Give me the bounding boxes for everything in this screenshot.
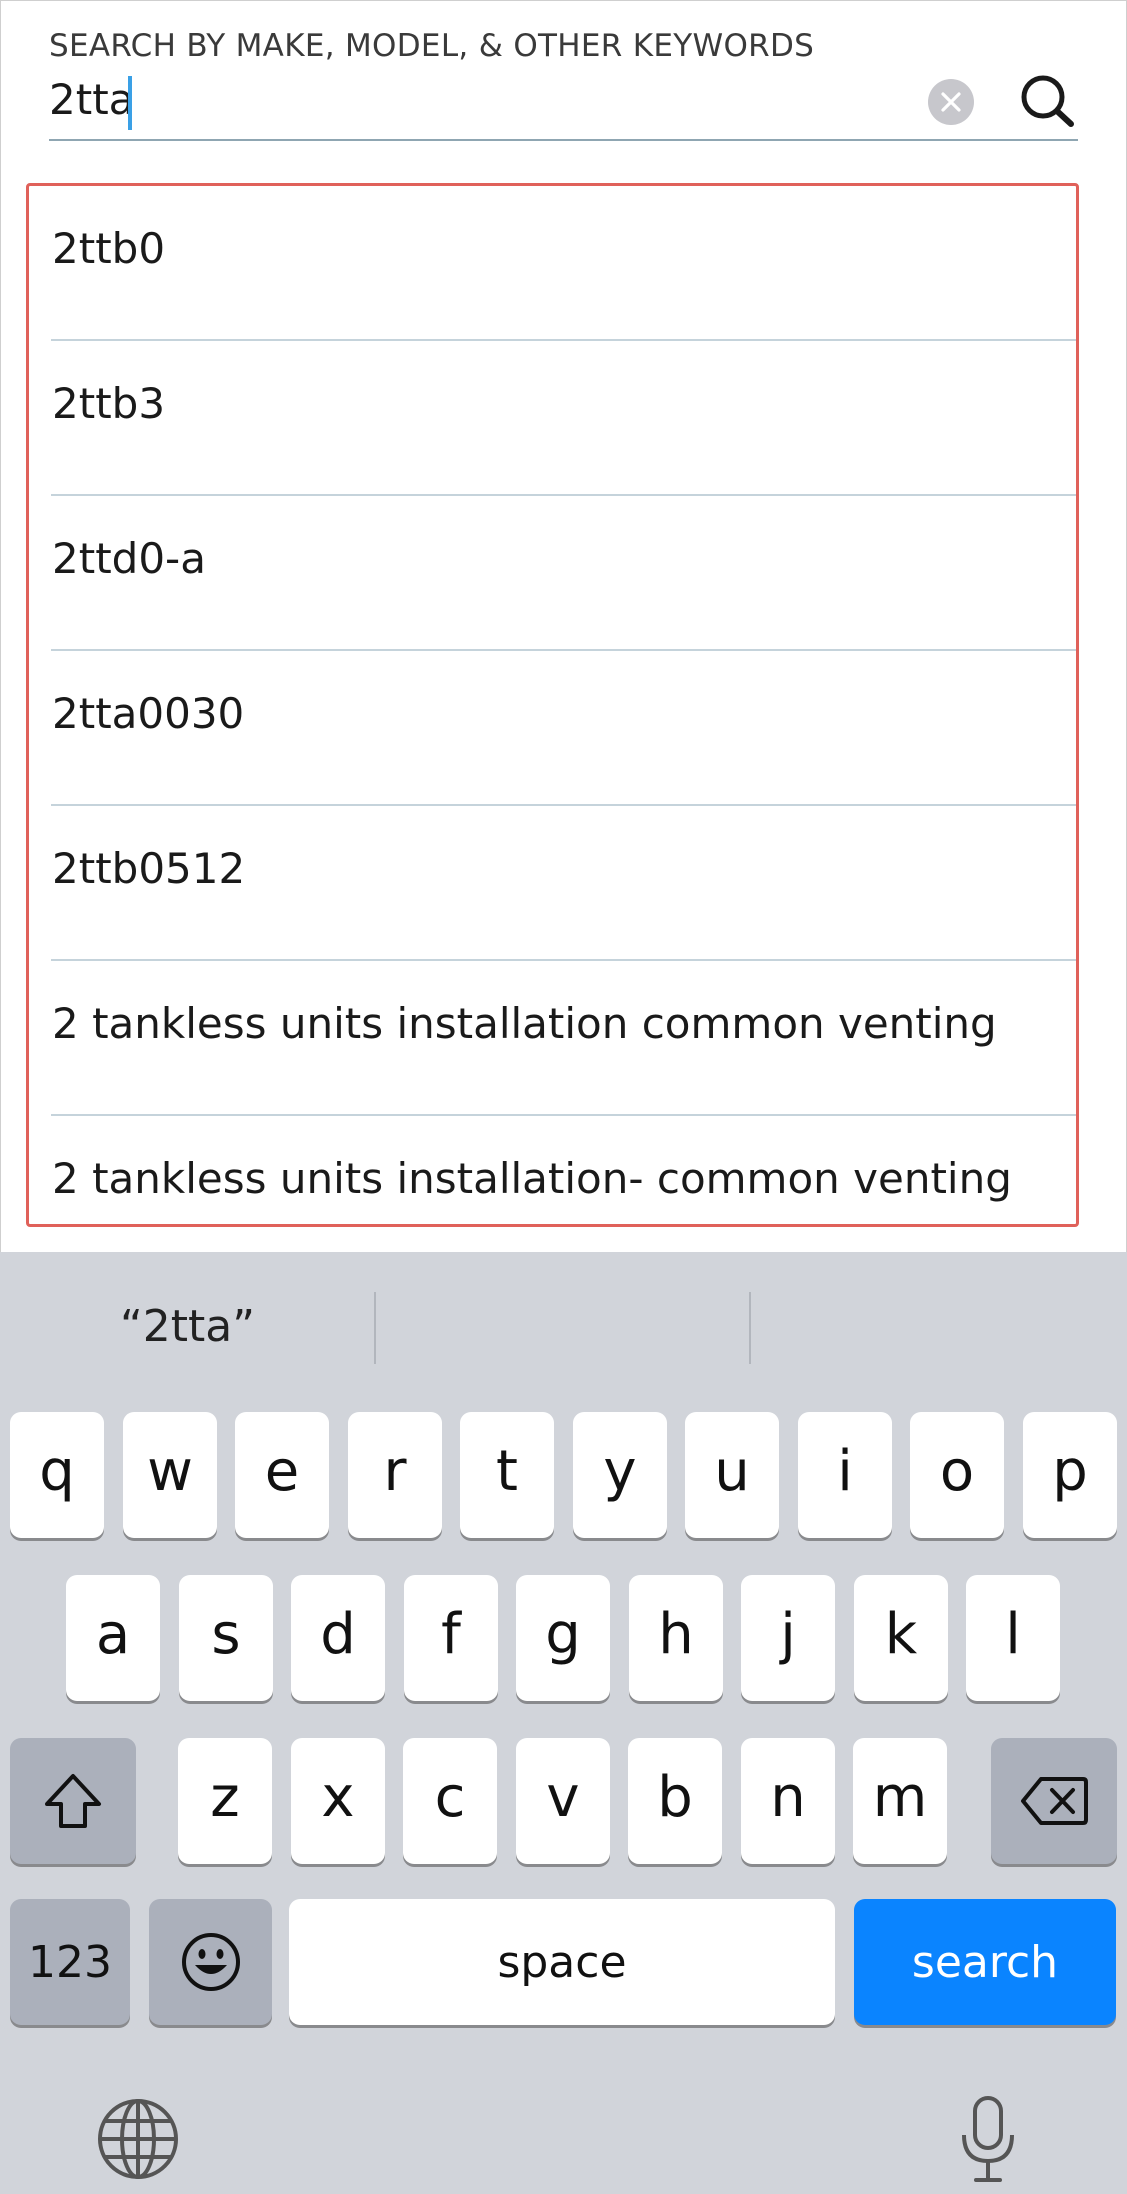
- key-label: z: [210, 1764, 240, 1830]
- suggestion-text: 2tta0030: [52, 689, 245, 738]
- suggestion-item[interactable]: 2ttb0512: [29, 806, 1076, 961]
- emoji-key[interactable]: [149, 1899, 272, 2025]
- key-e[interactable]: e: [235, 1412, 329, 1538]
- globe-icon: [98, 2099, 178, 2179]
- backspace-key[interactable]: [991, 1738, 1117, 1864]
- key-g[interactable]: g: [516, 1575, 610, 1701]
- key-j[interactable]: j: [741, 1575, 835, 1701]
- prediction-bar: “2tta”: [0, 1252, 1127, 1402]
- key-d[interactable]: d: [291, 1575, 385, 1701]
- numbers-key[interactable]: 123: [10, 1899, 130, 2025]
- backspace-icon: [1021, 1777, 1088, 1825]
- key-s[interactable]: s: [179, 1575, 273, 1701]
- suggestion-item[interactable]: 2ttb3: [29, 341, 1076, 496]
- key-label: j: [780, 1601, 796, 1667]
- key-label: u: [714, 1438, 750, 1504]
- key-y[interactable]: y: [573, 1412, 667, 1538]
- key-b[interactable]: b: [628, 1738, 722, 1864]
- key-n[interactable]: n: [741, 1738, 835, 1864]
- suggestion-text: 2ttd0-a: [52, 534, 206, 583]
- suggestion-text: 2ttb0512: [52, 844, 246, 893]
- suggestion-text: 2 tankless units installation- common ve…: [52, 1154, 1012, 1203]
- key-p[interactable]: p: [1023, 1412, 1117, 1538]
- search-key[interactable]: search: [854, 1899, 1116, 2025]
- shift-icon: [45, 1774, 101, 1828]
- key-l[interactable]: l: [966, 1575, 1060, 1701]
- suggestion-item[interactable]: 2 tankless units installation- common ve…: [29, 1116, 1076, 1224]
- suggestion-text: 2ttb3: [52, 379, 166, 428]
- search-icon: [1021, 75, 1074, 127]
- key-f[interactable]: f: [404, 1575, 498, 1701]
- suggestion-item[interactable]: 2tta0030: [29, 651, 1076, 806]
- shift-key[interactable]: [10, 1738, 136, 1864]
- key-label: o: [939, 1438, 975, 1504]
- emoji-icon: [181, 1933, 240, 1991]
- key-label: g: [545, 1601, 581, 1667]
- clear-button[interactable]: [928, 79, 974, 125]
- key-c[interactable]: c: [403, 1738, 497, 1864]
- key-label: x: [321, 1764, 355, 1830]
- key-label: p: [1052, 1438, 1088, 1504]
- key-o[interactable]: o: [910, 1412, 1004, 1538]
- prediction-2[interactable]: [376, 1292, 749, 1362]
- key-label: w: [147, 1438, 193, 1504]
- key-label: d: [320, 1601, 356, 1667]
- suggestion-text: 2ttb0: [52, 224, 166, 273]
- text-caret: [128, 76, 132, 130]
- key-label: f: [441, 1601, 461, 1667]
- key-a[interactable]: a: [66, 1575, 160, 1701]
- key-k[interactable]: k: [854, 1575, 948, 1701]
- key-w[interactable]: w: [123, 1412, 217, 1538]
- suggestions-list: 2ttb0 2ttb3 2ttd0-a 2tta0030 2ttb0512 2 tankl…: [26, 183, 1079, 1227]
- key-label: q: [39, 1438, 75, 1504]
- clear-icon: [941, 92, 961, 112]
- key-label: e: [264, 1438, 300, 1504]
- key-i[interactable]: i: [798, 1412, 892, 1538]
- search-label: SEARCH BY MAKE, MODEL, & OTHER KEYWORDS: [49, 28, 815, 64]
- key-q[interactable]: q: [10, 1412, 104, 1538]
- key-label: c: [434, 1764, 466, 1830]
- suggestion-text: 2 tankless units installation common ven…: [52, 999, 997, 1048]
- keyboard: “2tta” q w e r t y u i o p a s d f g h j k l z x c v b nm 123 sp…: [0, 1252, 1127, 2194]
- key-label: m: [872, 1764, 928, 1830]
- key-z[interactable]: z: [178, 1738, 272, 1864]
- key-label: s: [211, 1601, 241, 1667]
- suggestion-item[interactable]: 2ttb0: [29, 186, 1076, 341]
- key-r[interactable]: r: [348, 1412, 442, 1538]
- key-label: n: [770, 1764, 806, 1830]
- key-t[interactable]: t: [460, 1412, 554, 1538]
- key-label: y: [603, 1438, 637, 1504]
- key-v[interactable]: v: [516, 1738, 610, 1864]
- key-h[interactable]: h: [629, 1575, 723, 1701]
- key-label: a: [95, 1601, 131, 1667]
- microphone-button[interactable]: [955, 2092, 1021, 2188]
- key-label: h: [658, 1601, 694, 1667]
- microphone-icon: [962, 2096, 1014, 2182]
- prediction-3[interactable]: [751, 1292, 1127, 1362]
- space-key[interactable]: space: [289, 1899, 835, 2025]
- key-label: b: [657, 1764, 693, 1830]
- suggestion-item[interactable]: 2 tankless units installation common ven…: [29, 961, 1076, 1116]
- globe-button[interactable]: [96, 2097, 180, 2181]
- search-input[interactable]: [49, 70, 909, 128]
- key-x[interactable]: x: [291, 1738, 385, 1864]
- prediction-1[interactable]: “2tta”: [0, 1292, 375, 1362]
- key-label: t: [496, 1438, 518, 1504]
- key-label: r: [383, 1438, 407, 1504]
- key-u[interactable]: u: [685, 1412, 779, 1538]
- search-button[interactable]: [1014, 68, 1080, 134]
- key-label: l: [1005, 1601, 1021, 1667]
- search-underline: [49, 139, 1078, 141]
- key-m[interactable]: m: [853, 1738, 947, 1864]
- key-label: k: [884, 1601, 918, 1667]
- suggestion-item[interactable]: 2ttd0-a: [29, 496, 1076, 651]
- key-label: i: [837, 1438, 853, 1504]
- key-label: v: [546, 1764, 580, 1830]
